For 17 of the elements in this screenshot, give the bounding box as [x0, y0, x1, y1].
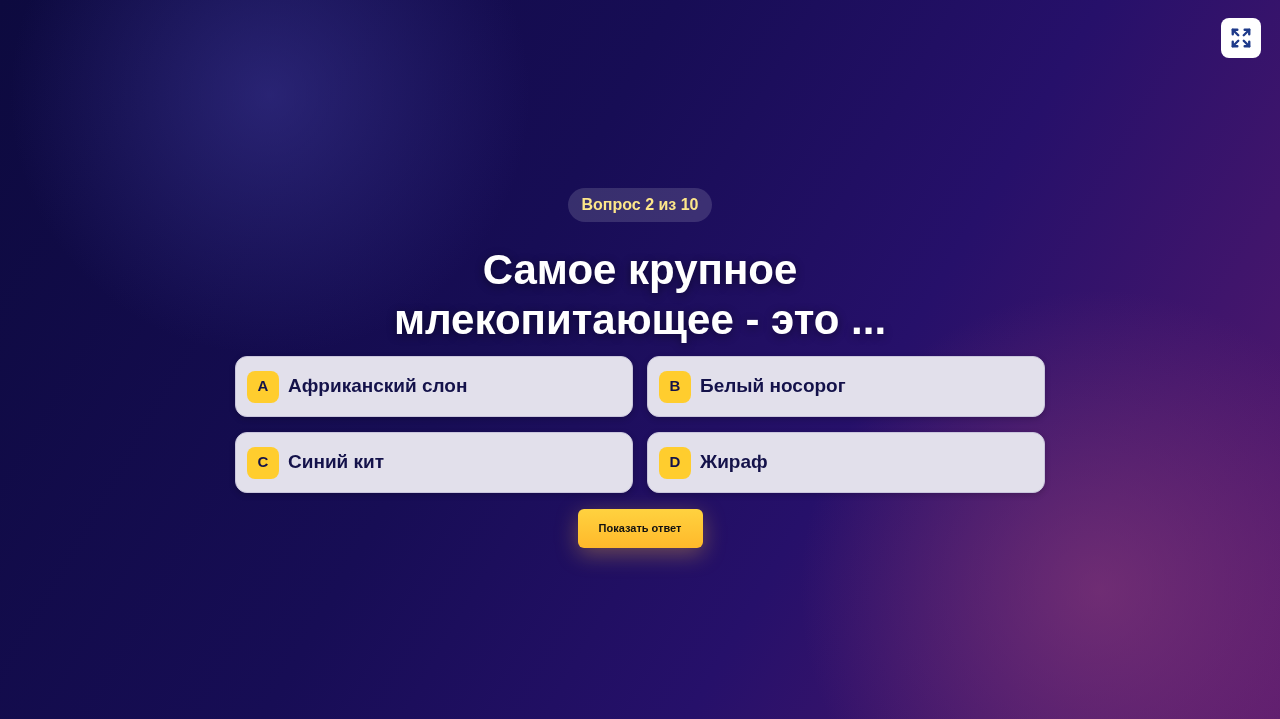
- answer-text: Африканский слон: [288, 374, 468, 399]
- answer-option[interactable]: B Белый носорог: [647, 356, 1045, 417]
- answer-text: Синий кит: [288, 450, 384, 475]
- question-title: Самое крупное млекопитающее - это ...: [392, 245, 888, 345]
- question-counter: Вопрос 2 из 10: [568, 188, 712, 222]
- answer-text: Белый носорог: [700, 374, 846, 399]
- answer-option[interactable]: D Жираф: [647, 432, 1045, 493]
- answer-text: Жираф: [700, 450, 768, 475]
- answer-letter: C: [247, 446, 279, 479]
- fullscreen-icon: [1230, 27, 1252, 49]
- answer-letter: B: [659, 370, 691, 403]
- show-answer-button[interactable]: Показать ответ: [577, 509, 703, 548]
- fullscreen-button[interactable]: [1221, 18, 1261, 58]
- answer-option[interactable]: A Африканский слон: [235, 356, 633, 417]
- answer-letter: D: [659, 446, 691, 479]
- answer-option[interactable]: C Синий кит: [235, 432, 633, 493]
- answer-letter: A: [247, 370, 279, 403]
